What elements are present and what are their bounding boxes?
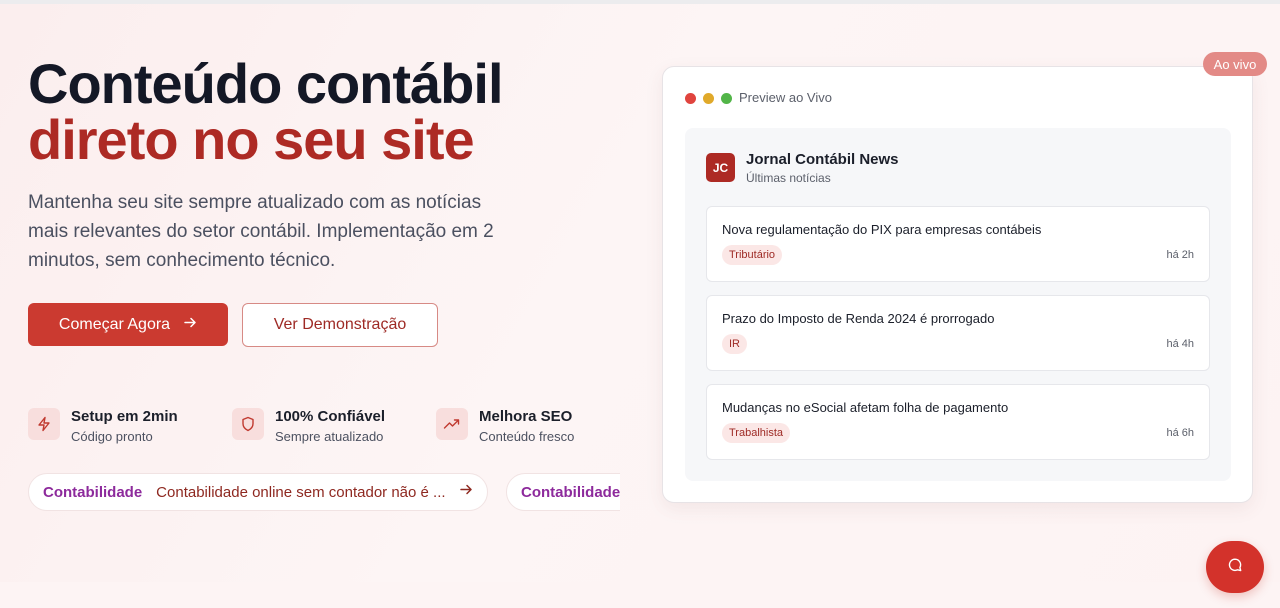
feature-reliable: 100% Confiável Sempre atualizado bbox=[232, 408, 385, 444]
top-border bbox=[0, 0, 1280, 4]
arrow-right-icon bbox=[184, 316, 197, 334]
chat-button[interactable] bbox=[1206, 541, 1264, 593]
trending-up-icon bbox=[436, 408, 468, 440]
view-demo-label: Ver Demonstração bbox=[273, 316, 407, 333]
feature-subtitle: Sempre atualizado bbox=[275, 429, 384, 444]
news-card[interactable]: Prazo do Imposto de Renda 2024 é prorrog… bbox=[706, 295, 1210, 371]
hero-title-line1: Conteúdo contábil bbox=[28, 52, 504, 115]
start-now-button[interactable]: Começar Agora bbox=[28, 303, 228, 346]
feature-setup: Setup em 2min Código pronto bbox=[28, 408, 178, 444]
feature-subtitle: Conteúdo fresco bbox=[479, 429, 575, 444]
feature-seo: Melhora SEO Conteúdo fresco bbox=[436, 408, 574, 444]
feature-subtitle: Código pronto bbox=[71, 429, 153, 444]
minimize-dot-icon bbox=[703, 93, 714, 104]
live-preview-window: Preview ao Vivo JC Jornal Contábil News … bbox=[662, 66, 1253, 503]
ticker-item[interactable]: Contabilidade bbox=[506, 473, 620, 511]
journal-subtitle: Últimas notícias bbox=[746, 171, 831, 185]
news-time: há 2h bbox=[1166, 249, 1194, 261]
news-card[interactable]: Mudanças no eSocial afetam folha de paga… bbox=[706, 384, 1210, 460]
live-badge: Ao vivo bbox=[1203, 52, 1267, 76]
news-title: Mudanças no eSocial afetam folha de paga… bbox=[722, 400, 1009, 415]
journal-name: Jornal Contábil News bbox=[746, 151, 899, 168]
ticker-item[interactable]: Contabilidade Contabilidade online sem c… bbox=[28, 473, 488, 511]
news-widget: JC Jornal Contábil News Últimas notícias… bbox=[685, 128, 1231, 481]
news-title: Nova regulamentação do PIX para empresas… bbox=[722, 222, 1042, 237]
view-demo-button[interactable]: Ver Demonstração bbox=[242, 303, 438, 347]
ticker-category: Contabilidade bbox=[521, 483, 620, 501]
news-tag: Trabalhista bbox=[722, 423, 791, 443]
window-controls bbox=[685, 93, 732, 104]
feature-title: 100% Confiável bbox=[275, 408, 386, 425]
shield-icon bbox=[232, 408, 264, 440]
news-tag: IR bbox=[722, 334, 747, 354]
news-card[interactable]: Nova regulamentação do PIX para empresas… bbox=[706, 206, 1210, 282]
news-time: há 6h bbox=[1166, 427, 1194, 439]
news-time: há 4h bbox=[1166, 338, 1194, 350]
hero-title-line2: direto no seu site bbox=[28, 108, 475, 171]
start-now-label: Começar Agora bbox=[58, 315, 171, 333]
preview-label: Preview ao Vivo bbox=[739, 90, 832, 105]
news-title: Prazo do Imposto de Renda 2024 é prorrog… bbox=[722, 311, 995, 326]
section-divider bbox=[0, 582, 1280, 608]
maximize-dot-icon bbox=[721, 93, 732, 104]
lightning-icon bbox=[28, 408, 60, 440]
chat-bubble-icon bbox=[1227, 557, 1243, 578]
journal-logo: JC bbox=[706, 153, 735, 182]
arrow-right-icon bbox=[459, 483, 473, 501]
ticker-category: Contabilidade bbox=[43, 483, 143, 501]
hero-title: Conteúdo contábil direto no seu site bbox=[28, 52, 504, 171]
news-ticker: Contabilidade Contabilidade online sem c… bbox=[28, 473, 620, 513]
feature-title: Setup em 2min bbox=[71, 408, 178, 425]
feature-title: Melhora SEO bbox=[479, 408, 573, 425]
close-dot-icon bbox=[685, 93, 696, 104]
ticker-text: Contabilidade online sem contador não é … bbox=[156, 483, 446, 501]
news-tag: Tributário bbox=[722, 245, 783, 265]
hero-description: Mantenha seu site sempre atualizado com … bbox=[28, 192, 494, 271]
